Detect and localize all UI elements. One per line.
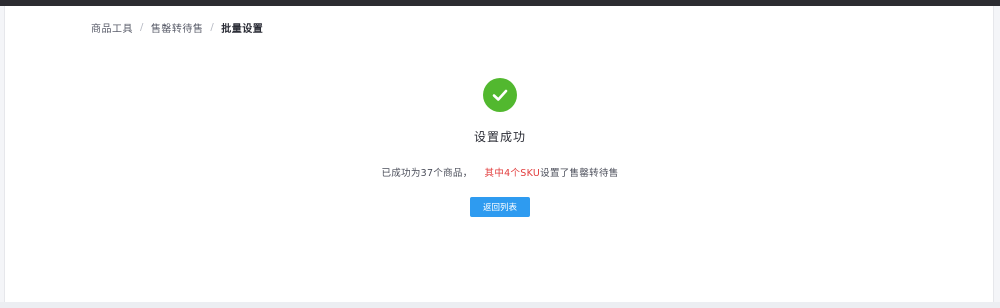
checkmark-icon <box>492 89 508 101</box>
breadcrumb-separator: / <box>210 22 215 33</box>
page-container: 商品工具 / 售罄转待售 / 批量设置 设置成功 已成功为37个商品， 其中4个S… <box>4 6 994 302</box>
breadcrumb-item-soldout[interactable]: 售罄转待售 <box>151 20 204 35</box>
result-panel: 设置成功 已成功为37个商品， 其中4个SKU设置了售罄转待售 返回列表 <box>5 78 995 217</box>
result-message-prefix: 已成功为37个商品， <box>381 168 473 179</box>
bottom-edge <box>0 302 1000 308</box>
breadcrumb-item-current: 批量设置 <box>221 24 264 35</box>
check-circle-icon <box>483 78 517 112</box>
result-message-suffix: 设置了售罄转待售 <box>540 168 619 179</box>
result-title: 设置成功 <box>473 130 526 144</box>
result-message-highlight: 其中4个SKU <box>484 168 541 179</box>
result-message: 已成功为37个商品， 其中4个SKU设置了售罄转待售 <box>381 165 618 179</box>
breadcrumb-separator: / <box>140 22 144 33</box>
back-to-list-button[interactable]: 返回列表 <box>470 197 530 217</box>
breadcrumb-item-tools[interactable]: 商品工具 <box>91 20 133 35</box>
breadcrumb: 商品工具 / 售罄转待售 / 批量设置 <box>91 20 263 35</box>
